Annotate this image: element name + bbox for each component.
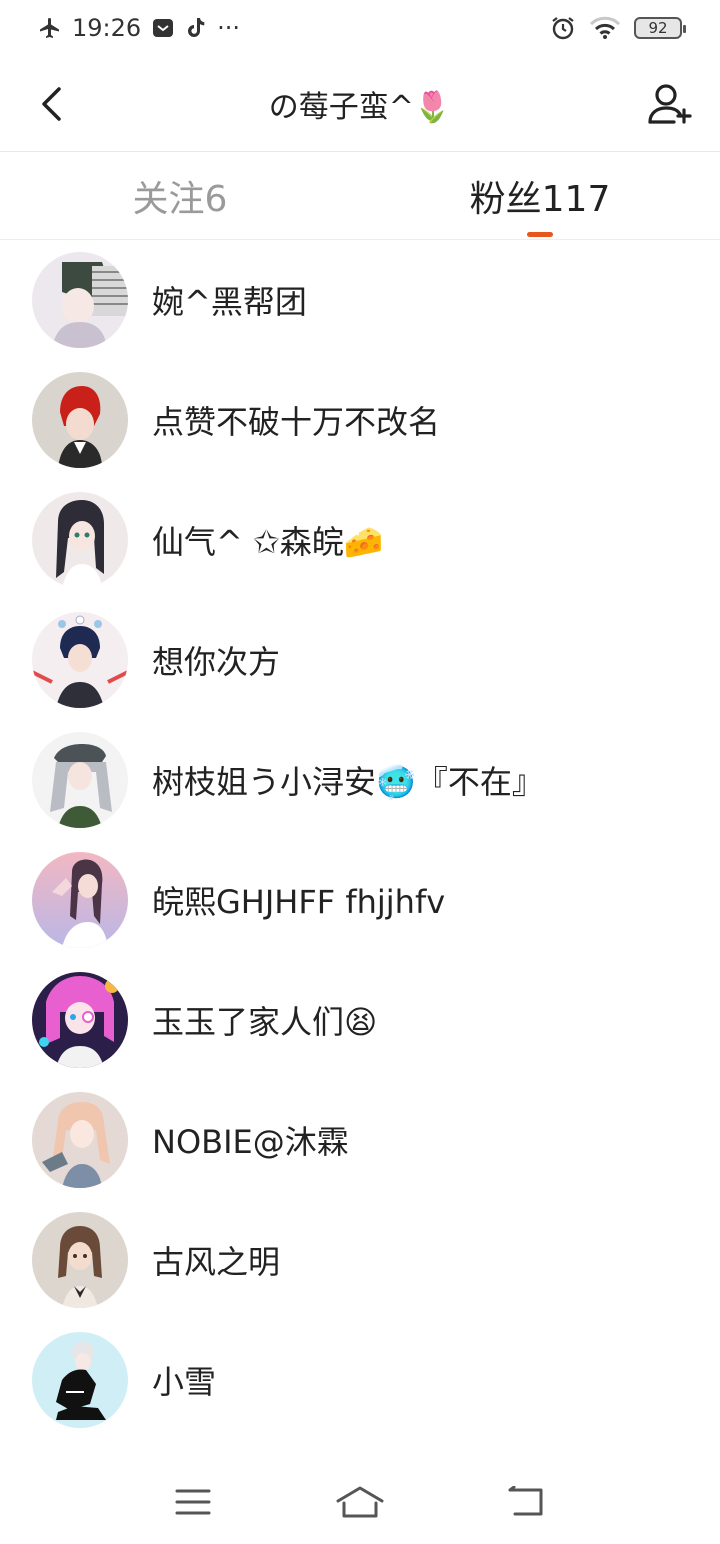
list-item[interactable]: 小雪 [0, 1320, 720, 1440]
tab-fans-label: 粉丝117 [469, 178, 611, 220]
header: の莓子蛮^🌷 [0, 56, 720, 152]
status-time: 19:26 [72, 14, 142, 42]
menu-icon [175, 1489, 211, 1515]
airplane-mode-icon [38, 16, 62, 40]
home-button[interactable] [330, 1472, 390, 1532]
list-item[interactable]: 玉玉了家人们😫 [0, 960, 720, 1080]
battery-icon: 92 [634, 17, 686, 39]
return-button[interactable] [497, 1472, 557, 1532]
menu-button[interactable] [163, 1472, 223, 1532]
tab-active-indicator [527, 232, 553, 237]
fan-name: 点赞不破十万不改名 [152, 403, 441, 441]
tab-fans[interactable]: 粉丝117 [360, 152, 720, 239]
avatar [32, 1332, 128, 1428]
fan-name: 婉^黑帮团 [152, 283, 307, 321]
alarm-icon [550, 15, 576, 41]
list-item[interactable]: 仙气^ ✩森皖🧀 [0, 480, 720, 600]
list-item[interactable]: 古风之明 [0, 1200, 720, 1320]
avatar [32, 972, 128, 1068]
return-icon [508, 1486, 543, 1516]
avatar [32, 1212, 128, 1308]
wifi-icon [590, 16, 620, 40]
message-app-icon [151, 16, 175, 40]
avatar [32, 1092, 128, 1188]
page-title: の莓子蛮^🌷 [268, 90, 452, 125]
fan-name: 仙气^ ✩森皖🧀 [152, 523, 384, 561]
avatar [32, 252, 128, 348]
list-item[interactable]: NOBIE@沐霖 [0, 1080, 720, 1200]
list-item[interactable]: 皖熙GHJHFF fhjjhfv [0, 840, 720, 960]
tab-bar: 关注6 粉丝117 [0, 152, 720, 240]
tiktok-icon [185, 16, 207, 40]
fan-name: 树枝姐う小浔安🥶『不在』 [152, 763, 544, 801]
home-icon [336, 1486, 384, 1518]
fan-name: 想你次方 [152, 643, 281, 681]
list-item[interactable]: 想你次方 [0, 600, 720, 720]
add-user-button[interactable] [644, 78, 696, 130]
fans-list: 婉^黑帮团 点赞不破十万不改名 仙气^ ✩森皖🧀 想你次方 树枝姐う小浔安🥶『不… [0, 240, 720, 1440]
tab-following[interactable]: 关注6 [0, 152, 360, 239]
avatar [32, 372, 128, 468]
avatar [32, 852, 128, 948]
status-more-icon: ··· [217, 14, 241, 42]
fan-name: 玉玉了家人们😫 [152, 1003, 378, 1041]
fan-name: 皖熙GHJHFF fhjjhfv [152, 883, 446, 921]
add-user-icon [648, 84, 692, 124]
list-item[interactable]: 婉^黑帮团 [0, 240, 720, 360]
list-item[interactable]: 点赞不破十万不改名 [0, 360, 720, 480]
fan-name: NOBIE@沐霖 [152, 1123, 349, 1161]
avatar [32, 612, 128, 708]
avatar [32, 732, 128, 828]
status-bar: 19:26 ··· 92 [0, 0, 720, 56]
avatar [32, 492, 128, 588]
fan-name: 小雪 [152, 1363, 217, 1401]
fan-name: 古风之明 [152, 1243, 281, 1281]
system-nav-bar [0, 1460, 720, 1544]
status-right: 92 [550, 15, 686, 41]
list-item[interactable]: 树枝姐う小浔安🥶『不在』 [0, 720, 720, 840]
status-left: 19:26 ··· [38, 14, 240, 42]
